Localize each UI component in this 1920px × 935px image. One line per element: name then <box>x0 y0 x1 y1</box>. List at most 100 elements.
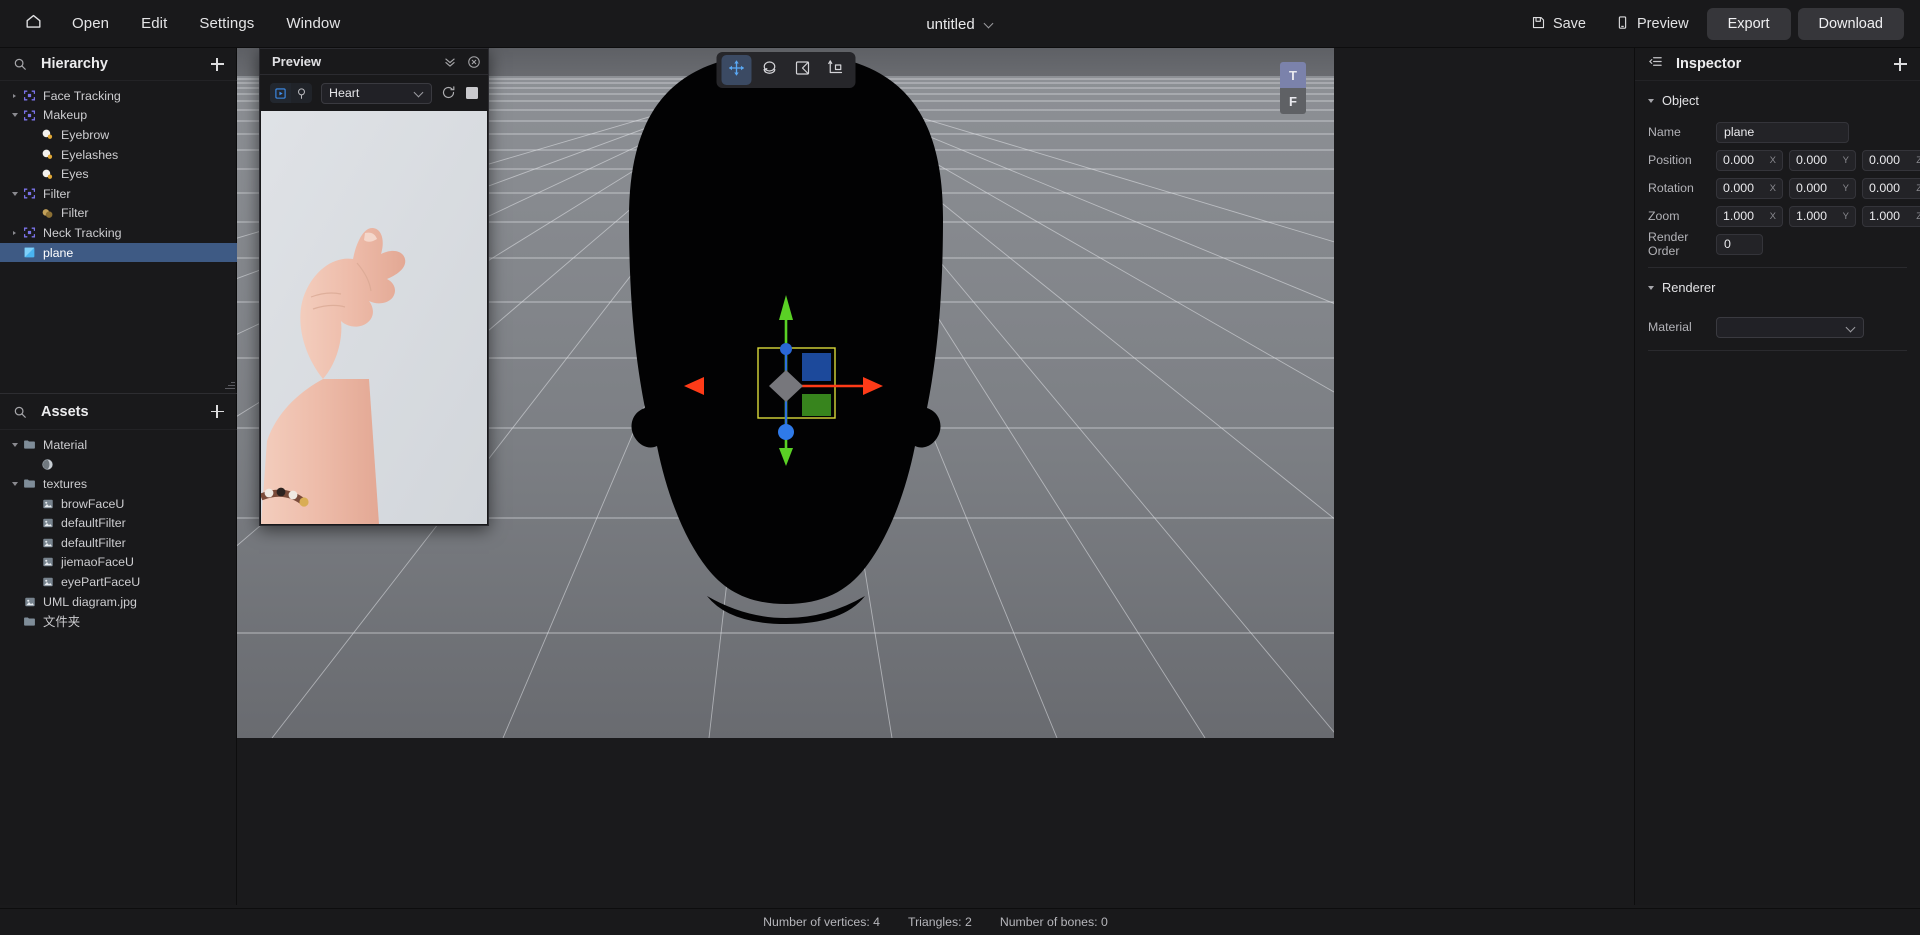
menu-edit[interactable]: Edit <box>128 9 180 38</box>
rotation-y-value: 0.000 <box>1796 181 1828 195</box>
zoom-y-input[interactable]: 1.000 Y <box>1789 205 1856 227</box>
hierarchy-item[interactable]: plane <box>0 242 237 263</box>
hierarchy-add-button[interactable] <box>205 52 229 76</box>
hierarchy-item-label: Filter <box>43 186 71 201</box>
section-object[interactable]: Object <box>1635 81 1920 118</box>
video-play-icon[interactable] <box>270 83 291 103</box>
preview-button[interactable]: Preview <box>1604 8 1700 41</box>
render-order-label: Render Order <box>1648 230 1689 258</box>
render-order-input[interactable]: 0 <box>1716 233 1763 255</box>
asset-item[interactable]: jiemaoFaceU <box>0 553 237 573</box>
rotate-tool[interactable] <box>754 55 784 85</box>
chevron-down-icon[interactable] <box>8 442 21 447</box>
hierarchy-item[interactable]: Eyebrow <box>0 125 237 145</box>
chevrons-down-icon[interactable] <box>443 55 457 69</box>
rotation-x-input[interactable]: 0.000 X <box>1716 177 1783 199</box>
refresh-icon[interactable] <box>441 85 457 101</box>
asset-item[interactable]: browFaceU <box>0 494 237 514</box>
hierarchy-item[interactable]: Eyes <box>0 164 237 184</box>
home-button[interactable] <box>13 4 53 44</box>
hierarchy-resize-handle[interactable] <box>224 378 236 390</box>
assets-add-button[interactable] <box>205 400 229 424</box>
hierarchy-item[interactable]: Filter <box>0 184 237 204</box>
section-object-label: Object <box>1662 93 1699 108</box>
view-axis-gizmo[interactable]: T F <box>1280 62 1306 114</box>
hierarchy-item[interactable]: Filter <box>0 204 237 224</box>
axis-label-x: X <box>1769 182 1776 194</box>
image-icon <box>39 517 56 529</box>
hierarchy-tree: Face Tracking Makeup Eyebrow Eyelashes Eyes F… <box>0 81 237 390</box>
rotation-y-input[interactable]: 0.000 Y <box>1789 177 1856 199</box>
hierarchy-item[interactable]: Face Tracking <box>0 86 237 106</box>
image-icon <box>39 556 56 568</box>
effect-select[interactable]: Heart <box>321 82 432 104</box>
position-vector: 0.000 X 0.000 Y 0.000 Z <box>1716 149 1920 171</box>
view-gizmo-front[interactable]: F <box>1280 88 1306 114</box>
axis-label-y: Y <box>1842 182 1849 194</box>
inspector-add-button[interactable] <box>1888 52 1912 76</box>
image-icon <box>39 537 56 549</box>
image-icon <box>39 498 56 510</box>
rotation-z-input[interactable]: 0.000 Z <box>1862 177 1920 199</box>
chevron-down-icon[interactable] <box>8 481 21 486</box>
chevron-down-icon <box>984 19 994 29</box>
search-icon[interactable] <box>13 57 27 71</box>
asset-item[interactable]: defaultFilter <box>0 513 237 533</box>
chevron-right-icon[interactable] <box>8 93 21 98</box>
preview-hand-gesture <box>261 111 487 524</box>
field-rotation: Rotation 0.000 X 0.000 Y 0.000 Z <box>1635 174 1920 202</box>
asset-item-label: defaultFilter <box>61 535 126 550</box>
chevron-right-icon[interactable] <box>8 230 21 235</box>
hierarchy-item-label: Face Tracking <box>43 88 121 103</box>
stop-square-icon[interactable] <box>466 87 478 99</box>
caret-down-icon <box>1648 98 1654 103</box>
preview-panel: Preview Heart <box>259 48 489 526</box>
asset-item-label: eyePartFaceU <box>61 574 141 589</box>
document-title-dropdown[interactable]: untitled <box>918 12 1001 37</box>
menu-settings[interactable]: Settings <box>186 9 267 38</box>
hierarchy-item[interactable]: Neck Tracking <box>0 223 237 243</box>
asset-item[interactable]: textures <box>0 474 237 494</box>
axis-label-z: Z <box>1916 210 1920 222</box>
download-button[interactable]: Download <box>1797 8 1904 40</box>
menu-window[interactable]: Window <box>273 9 353 38</box>
view-gizmo-top[interactable]: T <box>1280 62 1306 88</box>
list-indent-icon[interactable] <box>1648 54 1663 74</box>
position-z-input[interactable]: 0.000 Z <box>1862 149 1920 171</box>
chevron-down-icon[interactable] <box>8 113 21 118</box>
material-select[interactable] <box>1716 316 1864 338</box>
node-icon <box>21 89 38 102</box>
export-button[interactable]: Export <box>1706 8 1791 40</box>
preview-image[interactable] <box>261 111 487 524</box>
chevron-down-icon[interactable] <box>8 191 21 196</box>
hierarchy-item[interactable]: Makeup <box>0 106 237 126</box>
save-button[interactable]: Save <box>1520 8 1597 41</box>
asset-item[interactable]: 文件夹 <box>0 611 237 631</box>
move-tool[interactable] <box>721 55 751 85</box>
camera-icon[interactable] <box>291 83 312 103</box>
asset-item[interactable]: UML diagram.jpg <box>0 592 237 612</box>
asset-item[interactable]: eyePartFaceU <box>0 572 237 592</box>
material-sphere-icon <box>39 458 56 471</box>
asset-item[interactable]: Material <box>0 435 237 455</box>
menu-open[interactable]: Open <box>59 9 122 38</box>
hierarchy-item[interactable]: Eyelashes <box>0 145 237 165</box>
zoom-vector: 1.000 X 1.000 Y 1.000 Z <box>1716 205 1920 227</box>
position-y-input[interactable]: 0.000 Y <box>1789 149 1856 171</box>
zoom-z-input[interactable]: 1.000 Z <box>1862 205 1920 227</box>
move-arrows-icon <box>727 59 745 82</box>
position-x-input[interactable]: 0.000 X <box>1716 149 1783 171</box>
section-renderer[interactable]: Renderer <box>1635 268 1920 305</box>
zoom-x-input[interactable]: 1.000 X <box>1716 205 1783 227</box>
asset-item[interactable]: defaultFilter <box>0 533 237 553</box>
hierarchy-item-label: Makeup <box>43 108 88 123</box>
hierarchy-title: Hierarchy <box>41 56 108 72</box>
field-position: Position 0.000 X 0.000 Y 0.000 Z <box>1635 146 1920 174</box>
scale-icon <box>793 59 811 82</box>
search-icon[interactable] <box>13 405 27 419</box>
close-circle-icon[interactable] <box>467 55 481 69</box>
transform-tool[interactable] <box>820 55 850 85</box>
name-input[interactable]: plane <box>1716 121 1849 143</box>
asset-item[interactable] <box>0 455 237 475</box>
scale-tool[interactable] <box>787 55 817 85</box>
